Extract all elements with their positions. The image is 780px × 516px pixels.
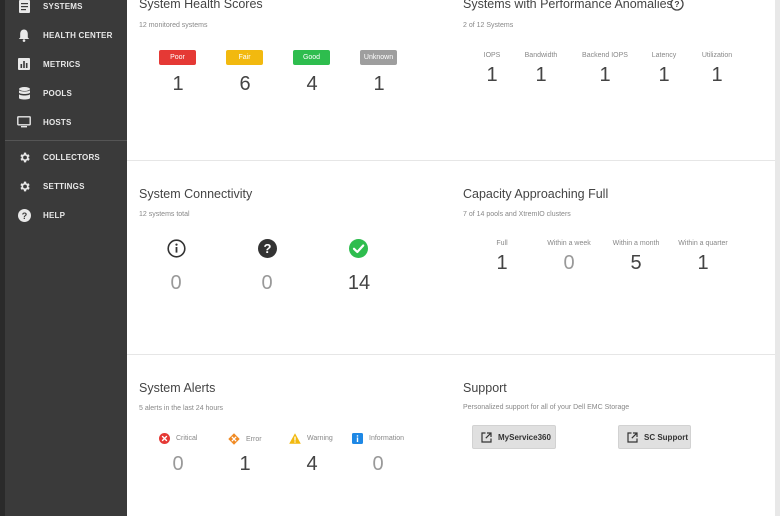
capacity-quarter-count[interactable]: 1 — [683, 252, 723, 275]
health-unknown-count[interactable]: 1 — [359, 73, 399, 96]
sidebar-item-pools[interactable]: POOLS — [5, 81, 127, 105]
gear-icon — [16, 178, 32, 194]
health-fair-count[interactable]: 6 — [225, 73, 265, 96]
anomalies-subtitle: 2 of 12 Systems — [463, 22, 514, 29]
help-icon: ? — [16, 207, 32, 223]
anomaly-utilization-count[interactable]: 1 — [697, 64, 737, 87]
capacity-subtitle: 7 of 14 pools and XtremIO clusters — [463, 211, 571, 218]
button-label: MyService360 — [498, 432, 551, 442]
sidebar-divider — [5, 140, 127, 141]
capacity-month-count[interactable]: 5 — [616, 252, 656, 275]
external-link-icon — [481, 431, 492, 443]
connectivity-unknown-count[interactable]: 0 — [247, 272, 287, 295]
anomaly-label-utilization: Utilization — [701, 52, 733, 59]
error-icon — [228, 433, 240, 445]
alert-information[interactable]: Information — [352, 433, 404, 444]
badge-poor[interactable]: Poor — [159, 50, 196, 65]
alert-critical-count[interactable]: 0 — [158, 453, 198, 476]
document-icon — [16, 0, 32, 14]
sc-support-button[interactable]: SC Support — [618, 425, 691, 449]
database-icon — [16, 85, 32, 101]
alert-information-count[interactable]: 0 — [358, 453, 398, 476]
badge-good[interactable]: Good — [293, 50, 330, 65]
alert-critical[interactable]: Critical — [159, 433, 197, 444]
monitor-icon — [16, 114, 32, 130]
connectivity-subtitle: 12 systems total — [139, 211, 190, 218]
sidebar-item-help[interactable]: ? HELP — [5, 203, 127, 227]
check-icon — [349, 239, 368, 263]
sidebar-item-label: SYSTEMS — [43, 1, 83, 11]
question-icon: ? — [258, 239, 277, 263]
alert-warning[interactable]: Warning — [289, 433, 333, 444]
external-link-icon — [627, 431, 638, 443]
gear-icon — [16, 149, 32, 165]
health-good-count[interactable]: 4 — [292, 73, 332, 96]
sidebar-item-label: SETTINGS — [43, 181, 85, 191]
alert-label: Error — [246, 435, 262, 443]
sidebar: SYSTEMS HEALTH CENTER METRICS POOLS HOST… — [5, 0, 127, 516]
badge-unknown[interactable]: Unknown — [360, 50, 397, 65]
sidebar-item-hosts[interactable]: HOSTS — [5, 110, 127, 134]
row-divider — [127, 354, 775, 355]
capacity-title: Capacity Approaching Full — [463, 187, 609, 201]
sidebar-item-health-center[interactable]: HEALTH CENTER — [5, 23, 127, 47]
capacity-label-quarter: Within a quarter — [678, 240, 728, 247]
anomaly-iops-count[interactable]: 1 — [472, 64, 512, 87]
myservice360-button[interactable]: MyService360 — [472, 425, 556, 449]
information-icon — [352, 433, 363, 444]
connectivity-info-count[interactable]: 0 — [156, 272, 196, 295]
alert-warning-count[interactable]: 4 — [292, 453, 332, 476]
sidebar-item-label: HELP — [43, 210, 66, 220]
alert-label: Warning — [307, 435, 333, 442]
critical-icon — [159, 433, 170, 444]
badge-fair[interactable]: Fair — [226, 50, 263, 65]
bell-icon — [16, 27, 32, 43]
info-icon — [167, 239, 186, 263]
alerts-subtitle: 5 alerts in the last 24 hours — [139, 405, 224, 412]
sidebar-item-label: HEALTH CENTER — [43, 30, 113, 40]
sidebar-item-label: COLLECTORS — [43, 152, 100, 162]
anomalies-title: Systems with Performance Anomalies — [463, 0, 673, 11]
anomaly-bandwidth-count[interactable]: 1 — [521, 64, 561, 87]
svg-text:?: ? — [264, 241, 272, 256]
capacity-week-count[interactable]: 0 — [549, 252, 589, 275]
health-title: System Health Scores — [139, 0, 263, 11]
warning-icon — [289, 433, 301, 444]
bar-chart-icon — [16, 56, 32, 72]
support-title: Support — [463, 381, 507, 395]
sidebar-item-label: METRICS — [43, 59, 81, 69]
sidebar-item-systems[interactable]: SYSTEMS — [5, 0, 127, 18]
alerts-title: System Alerts — [139, 381, 216, 395]
row-divider — [127, 160, 775, 161]
health-poor-count[interactable]: 1 — [158, 73, 198, 96]
sidebar-item-collectors[interactable]: COLLECTORS — [5, 145, 127, 169]
help-circle-icon[interactable]: ? — [670, 0, 684, 16]
alert-error-count[interactable]: 1 — [225, 453, 265, 476]
capacity-full-count[interactable]: 1 — [482, 252, 522, 275]
svg-text:?: ? — [21, 210, 27, 220]
connectivity-title: System Connectivity — [139, 187, 253, 201]
alert-error[interactable]: Error — [228, 433, 262, 445]
support-subtitle: Personalized support for all of your Del… — [463, 404, 630, 411]
sidebar-item-settings[interactable]: SETTINGS — [5, 174, 127, 198]
alert-label: Information — [369, 435, 405, 442]
sidebar-item-label: HOSTS — [43, 117, 72, 127]
alert-label: Critical — [176, 435, 198, 442]
anomaly-latency-count[interactable]: 1 — [644, 64, 684, 87]
connectivity-ok-count[interactable]: 14 — [339, 272, 379, 295]
sidebar-item-metrics[interactable]: METRICS — [5, 52, 127, 76]
app-window: SYSTEMS HEALTH CENTER METRICS POOLS HOST… — [0, 0, 780, 516]
svg-text:?: ? — [674, 0, 679, 9]
right-border — [775, 0, 780, 516]
sidebar-item-label: POOLS — [43, 88, 73, 98]
button-label: SC Support — [644, 432, 688, 442]
health-subtitle: 12 monitored systems — [139, 22, 208, 29]
anomaly-backend-iops-count[interactable]: 1 — [585, 64, 625, 87]
